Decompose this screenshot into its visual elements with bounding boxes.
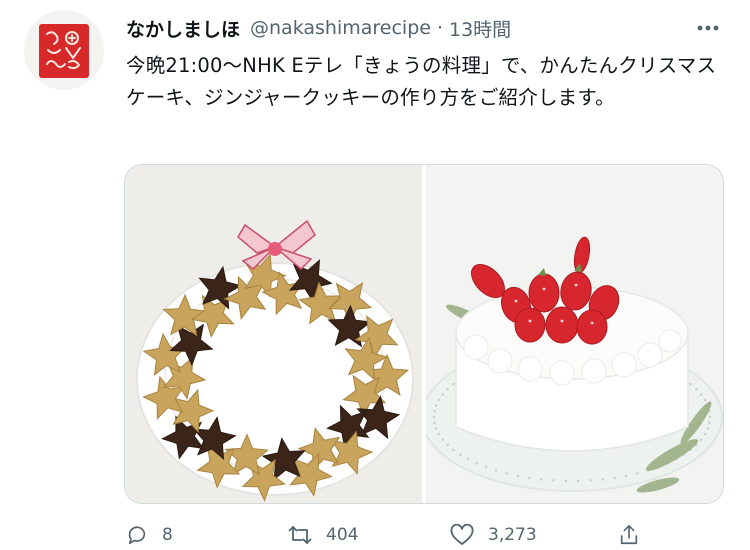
plate-dot [446,387,449,391]
tweet-header: なかしましほ @nakashimarecipe · 13時間 [126,14,730,42]
plate-dot [695,387,698,391]
plate-dot [505,472,508,475]
plate-dot [475,462,478,465]
plate-dot [708,421,711,425]
plate-dot [437,398,441,402]
plate-dot [432,415,436,419]
plate-dot [540,478,543,481]
plate-dot [452,448,455,452]
plate-dot [689,382,692,386]
plate-dot [703,398,707,402]
plate-dot [699,438,703,441]
plate-dot [466,457,470,461]
plate-dot [446,443,449,447]
plate-dot [699,393,703,396]
avatar-stamp-logo [39,24,89,78]
plate-dot [601,478,604,481]
plate-dot [589,479,592,482]
plate-dot [459,453,462,456]
plate-dot [437,432,441,436]
plate-dot [708,415,712,419]
media-grid[interactable] [124,164,724,504]
plate-dot [433,421,436,425]
more-icon[interactable] [694,14,722,42]
timestamp[interactable]: 13時間 [449,15,511,42]
plate-dot [564,479,568,483]
plate-dot [441,393,445,396]
plate-dot [452,382,455,386]
plate-dot [494,469,498,472]
retweet-count: 404 [326,525,359,545]
plate-dot [434,404,438,407]
plate-dot [516,474,520,478]
separator-dot: · [436,17,443,39]
plate-dot [552,479,555,482]
reply-count: 8 [162,525,173,545]
user-handle[interactable]: @nakashimarecipe [250,17,431,39]
plate-dot [576,479,580,483]
plate-dot [706,427,710,430]
tweet-actions: 8 404 3,273 [126,520,726,550]
plate-dot [703,432,707,436]
plate-dot [613,476,616,480]
plate-dot [528,476,531,480]
tweet-text: 今晩21:00〜NHK Eテレ「きょうの料理」で、かんたんクリスマスケーキ、ジン… [126,54,717,109]
photo-christmas-cake[interactable] [426,165,723,503]
avatar[interactable] [24,10,104,90]
plate-dot [484,465,488,469]
plate-dot [624,474,628,478]
plate-dot [441,438,445,441]
like-count: 3,273 [488,525,537,545]
photo-cookie-wreath[interactable] [125,165,422,503]
display-name[interactable]: なかしましほ [126,15,240,42]
plate-dot [434,427,438,430]
plate-dot [636,472,639,475]
plate-dot [433,410,436,413]
